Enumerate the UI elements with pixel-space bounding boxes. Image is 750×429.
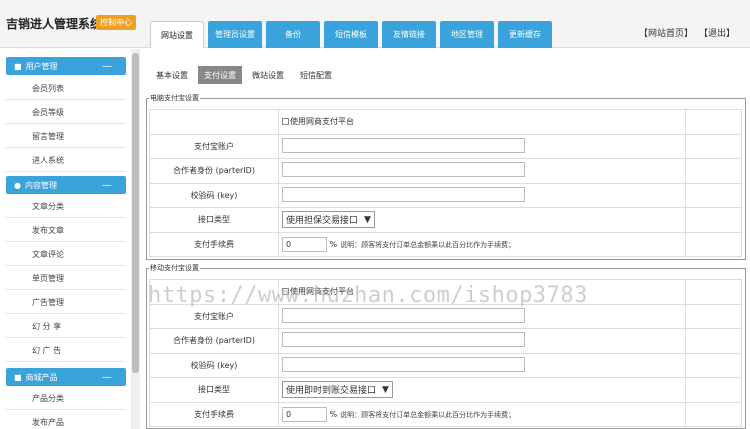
fieldset-legend: 移动支付宝设置	[150, 264, 199, 272]
tab-site-settings[interactable]: 网站设置	[150, 21, 204, 48]
sidebar-item-ad2[interactable]: 幻 广 告	[6, 339, 126, 362]
table-row: 支付手续费 0 % 说明：顾客将支付订单总金额乘以此百分比作为手续费；	[149, 231, 742, 257]
sidebar-item-product-category[interactable]: 产品分类	[6, 387, 126, 410]
partner-label: 合作者身份 (parterID)	[149, 328, 279, 354]
account-label: 支付宝账户	[149, 133, 279, 159]
account-label: 支付宝账户	[149, 303, 279, 329]
tab-backup[interactable]: 备份	[266, 21, 320, 48]
fee-input[interactable]: 0	[282, 406, 327, 422]
top-header: 吉销进人管理系统 控制中心 网站设置 管理员设置 备份 短信模板 友情链接 地区…	[0, 0, 750, 48]
control-center-badge: 控制中心	[96, 15, 136, 30]
subtab-basic[interactable]: 基本设置	[150, 66, 194, 84]
interface-label: 接口类型	[149, 377, 279, 403]
collapse-icon[interactable]: —	[102, 372, 112, 383]
key-input[interactable]	[282, 186, 525, 202]
dropdown-arrow-icon: ▼	[382, 384, 389, 395]
sub-tabs: 基本设置 支付设置 微站设置 短信配置	[150, 66, 342, 84]
logout-link[interactable]: 【退出】	[699, 26, 735, 39]
fee-unit: %	[329, 239, 338, 249]
sidebar-item-article-comments[interactable]: 文章评论	[6, 243, 126, 266]
subtab-sms[interactable]: 短信配置	[294, 66, 338, 84]
fee-unit: %	[329, 409, 338, 419]
sidebar-item-member-levels[interactable]: 会员等级	[6, 101, 126, 124]
fee-note: 说明：顾客将支付订单总金额乘以此百分比作为手续费；	[340, 410, 516, 419]
account-input[interactable]	[282, 307, 525, 323]
table-row: 校验码 (key)	[149, 182, 742, 208]
account-input[interactable]	[282, 137, 525, 153]
sidebar-item-system[interactable]: 进人系统	[6, 149, 126, 172]
sidebar-section-content[interactable]: ● 内容管理 —	[6, 176, 126, 194]
use-platform-label: 使用网商支付平台	[290, 287, 354, 297]
sidebar: ■ 用户管理 — 会员列表 会员等级 留言管理 进人系统 ● 内容管理 — 文章…	[0, 49, 140, 429]
content-icon: ●	[14, 180, 21, 190]
tab-admin-settings[interactable]: 管理员设置	[208, 21, 262, 48]
table-row: 合作者身份 (parterID)	[149, 158, 742, 184]
sidebar-item-ads[interactable]: 广告管理	[6, 291, 126, 314]
partner-input[interactable]	[282, 162, 525, 178]
use-platform-label: 使用网商支付平台	[290, 117, 354, 127]
fee-label: 支付手续费	[149, 401, 279, 427]
top-links: 【网站首页】 【退出】	[639, 26, 735, 39]
key-label: 校验码 (key)	[149, 182, 279, 208]
fieldset-legend: 电脑支付宝设置	[150, 94, 199, 102]
collapse-icon[interactable]: —	[102, 61, 112, 72]
table-row: 接口类型 使用担保交易接口 ▼	[149, 207, 742, 233]
section-title: 内容管理	[24, 180, 57, 190]
use-platform-checkbox[interactable]	[282, 118, 289, 126]
table-row: 合作者身份 (parterID)	[149, 328, 742, 354]
table-row: 校验码 (key)	[149, 352, 742, 378]
partner-label: 合作者身份 (parterID)	[149, 158, 279, 184]
section-title: 商城产品	[25, 372, 58, 382]
scroll-thumb[interactable]	[132, 53, 139, 373]
sidebar-section-products[interactable]: ■ 商城产品 —	[6, 368, 126, 386]
fee-note: 说明：顾客将支付订单总金额乘以此百分比作为手续费；	[340, 240, 516, 249]
main-tabs: 网站设置 管理员设置 备份 短信模板 友情链接 地区管理 更新缓存	[150, 21, 552, 48]
sidebar-item-publish-article[interactable]: 发布文章	[6, 219, 126, 242]
interface-label: 接口类型	[149, 207, 279, 233]
alipay-mobile-settings: 移动支付宝设置 使用网商支付平台 支付宝账户 合作者身份 (parterID) …	[146, 263, 746, 429]
partner-input[interactable]	[282, 332, 525, 348]
key-label: 校验码 (key)	[149, 352, 279, 378]
fee-label: 支付手续费	[149, 231, 279, 257]
fee-input[interactable]: 0	[282, 236, 327, 252]
product-icon: ■	[14, 372, 22, 382]
subtab-micro-site[interactable]: 微站设置	[246, 66, 290, 84]
alipay-pc-settings: 电脑支付宝设置 使用网商支付平台 支付宝账户 合作者身份 (parterID) …	[146, 93, 746, 260]
sidebar-item-messages[interactable]: 留言管理	[6, 125, 126, 148]
sidebar-item-pages[interactable]: 单页管理	[6, 267, 126, 290]
section-title: 用户管理	[25, 61, 58, 71]
home-link[interactable]: 【网站首页】	[639, 26, 693, 39]
settings-table: 使用网商支付平台 支付宝账户 合作者身份 (parterID) 校验码 (key…	[149, 279, 742, 427]
settings-table: 使用网商支付平台 支付宝账户 合作者身份 (parterID) 校验码 (key…	[149, 109, 742, 257]
sidebar-item-share[interactable]: 幻 分 享	[6, 315, 126, 338]
interface-select[interactable]: 使用担保交易接口 ▼	[282, 211, 375, 229]
sidebar-item-members[interactable]: 会员列表	[6, 77, 126, 100]
use-platform-checkbox[interactable]	[282, 288, 289, 296]
subtab-payment[interactable]: 支付设置	[198, 66, 242, 84]
interface-value: 使用担保交易接口	[286, 216, 359, 227]
table-row: 使用网商支付平台	[149, 109, 742, 135]
dropdown-arrow-icon: ▼	[364, 214, 371, 225]
tab-friend-links[interactable]: 友情链接	[382, 21, 436, 48]
tab-sms-template[interactable]: 短信模板	[324, 21, 378, 48]
sidebar-item-publish-product[interactable]: 发布产品	[6, 411, 126, 429]
sidebar-section-user[interactable]: ■ 用户管理 —	[6, 57, 126, 75]
user-icon: ■	[14, 61, 22, 71]
tab-region[interactable]: 地区管理	[440, 21, 494, 48]
table-row: 支付手续费 0 % 说明：顾客将支付订单总金额乘以此百分比作为手续费；	[149, 401, 742, 427]
sidebar-item-article-category[interactable]: 文章分类	[6, 195, 126, 218]
sidebar-scrollbar[interactable]	[131, 49, 140, 429]
key-input[interactable]	[282, 356, 525, 372]
interface-select[interactable]: 使用即时到账交易接口 ▼	[282, 381, 393, 399]
interface-value: 使用即时到账交易接口	[286, 386, 377, 397]
table-row: 接口类型 使用即时到账交易接口 ▼	[149, 377, 742, 403]
app-title: 吉销进人管理系统	[6, 17, 103, 31]
tab-refresh-cache[interactable]: 更新缓存	[498, 21, 552, 48]
table-row: 支付宝账户	[149, 133, 742, 159]
table-row: 支付宝账户	[149, 303, 742, 329]
table-row: 使用网商支付平台	[149, 279, 742, 305]
collapse-icon[interactable]: —	[102, 180, 112, 191]
